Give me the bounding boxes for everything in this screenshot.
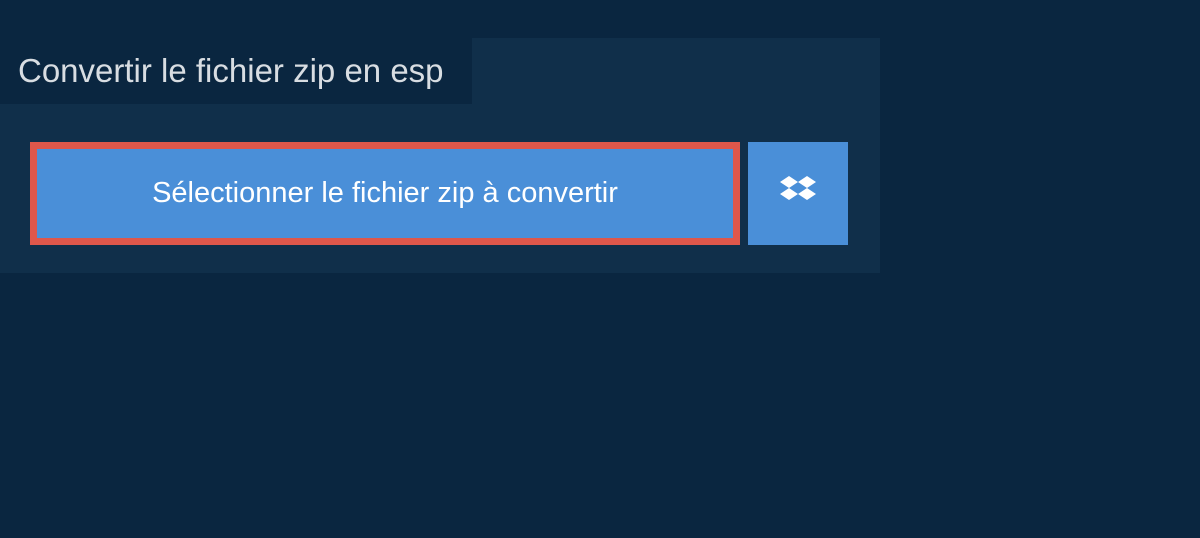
button-row: Sélectionner le fichier zip à convertir [30,142,880,245]
dropbox-icon [780,173,816,214]
page-title: Convertir le fichier zip en esp [18,52,444,90]
converter-panel: Convertir le fichier zip en esp Sélectio… [0,38,880,273]
title-container: Convertir le fichier zip en esp [0,38,472,104]
select-file-button[interactable]: Sélectionner le fichier zip à convertir [30,142,740,245]
dropbox-button[interactable] [748,142,848,245]
select-file-label: Sélectionner le fichier zip à convertir [152,177,618,210]
